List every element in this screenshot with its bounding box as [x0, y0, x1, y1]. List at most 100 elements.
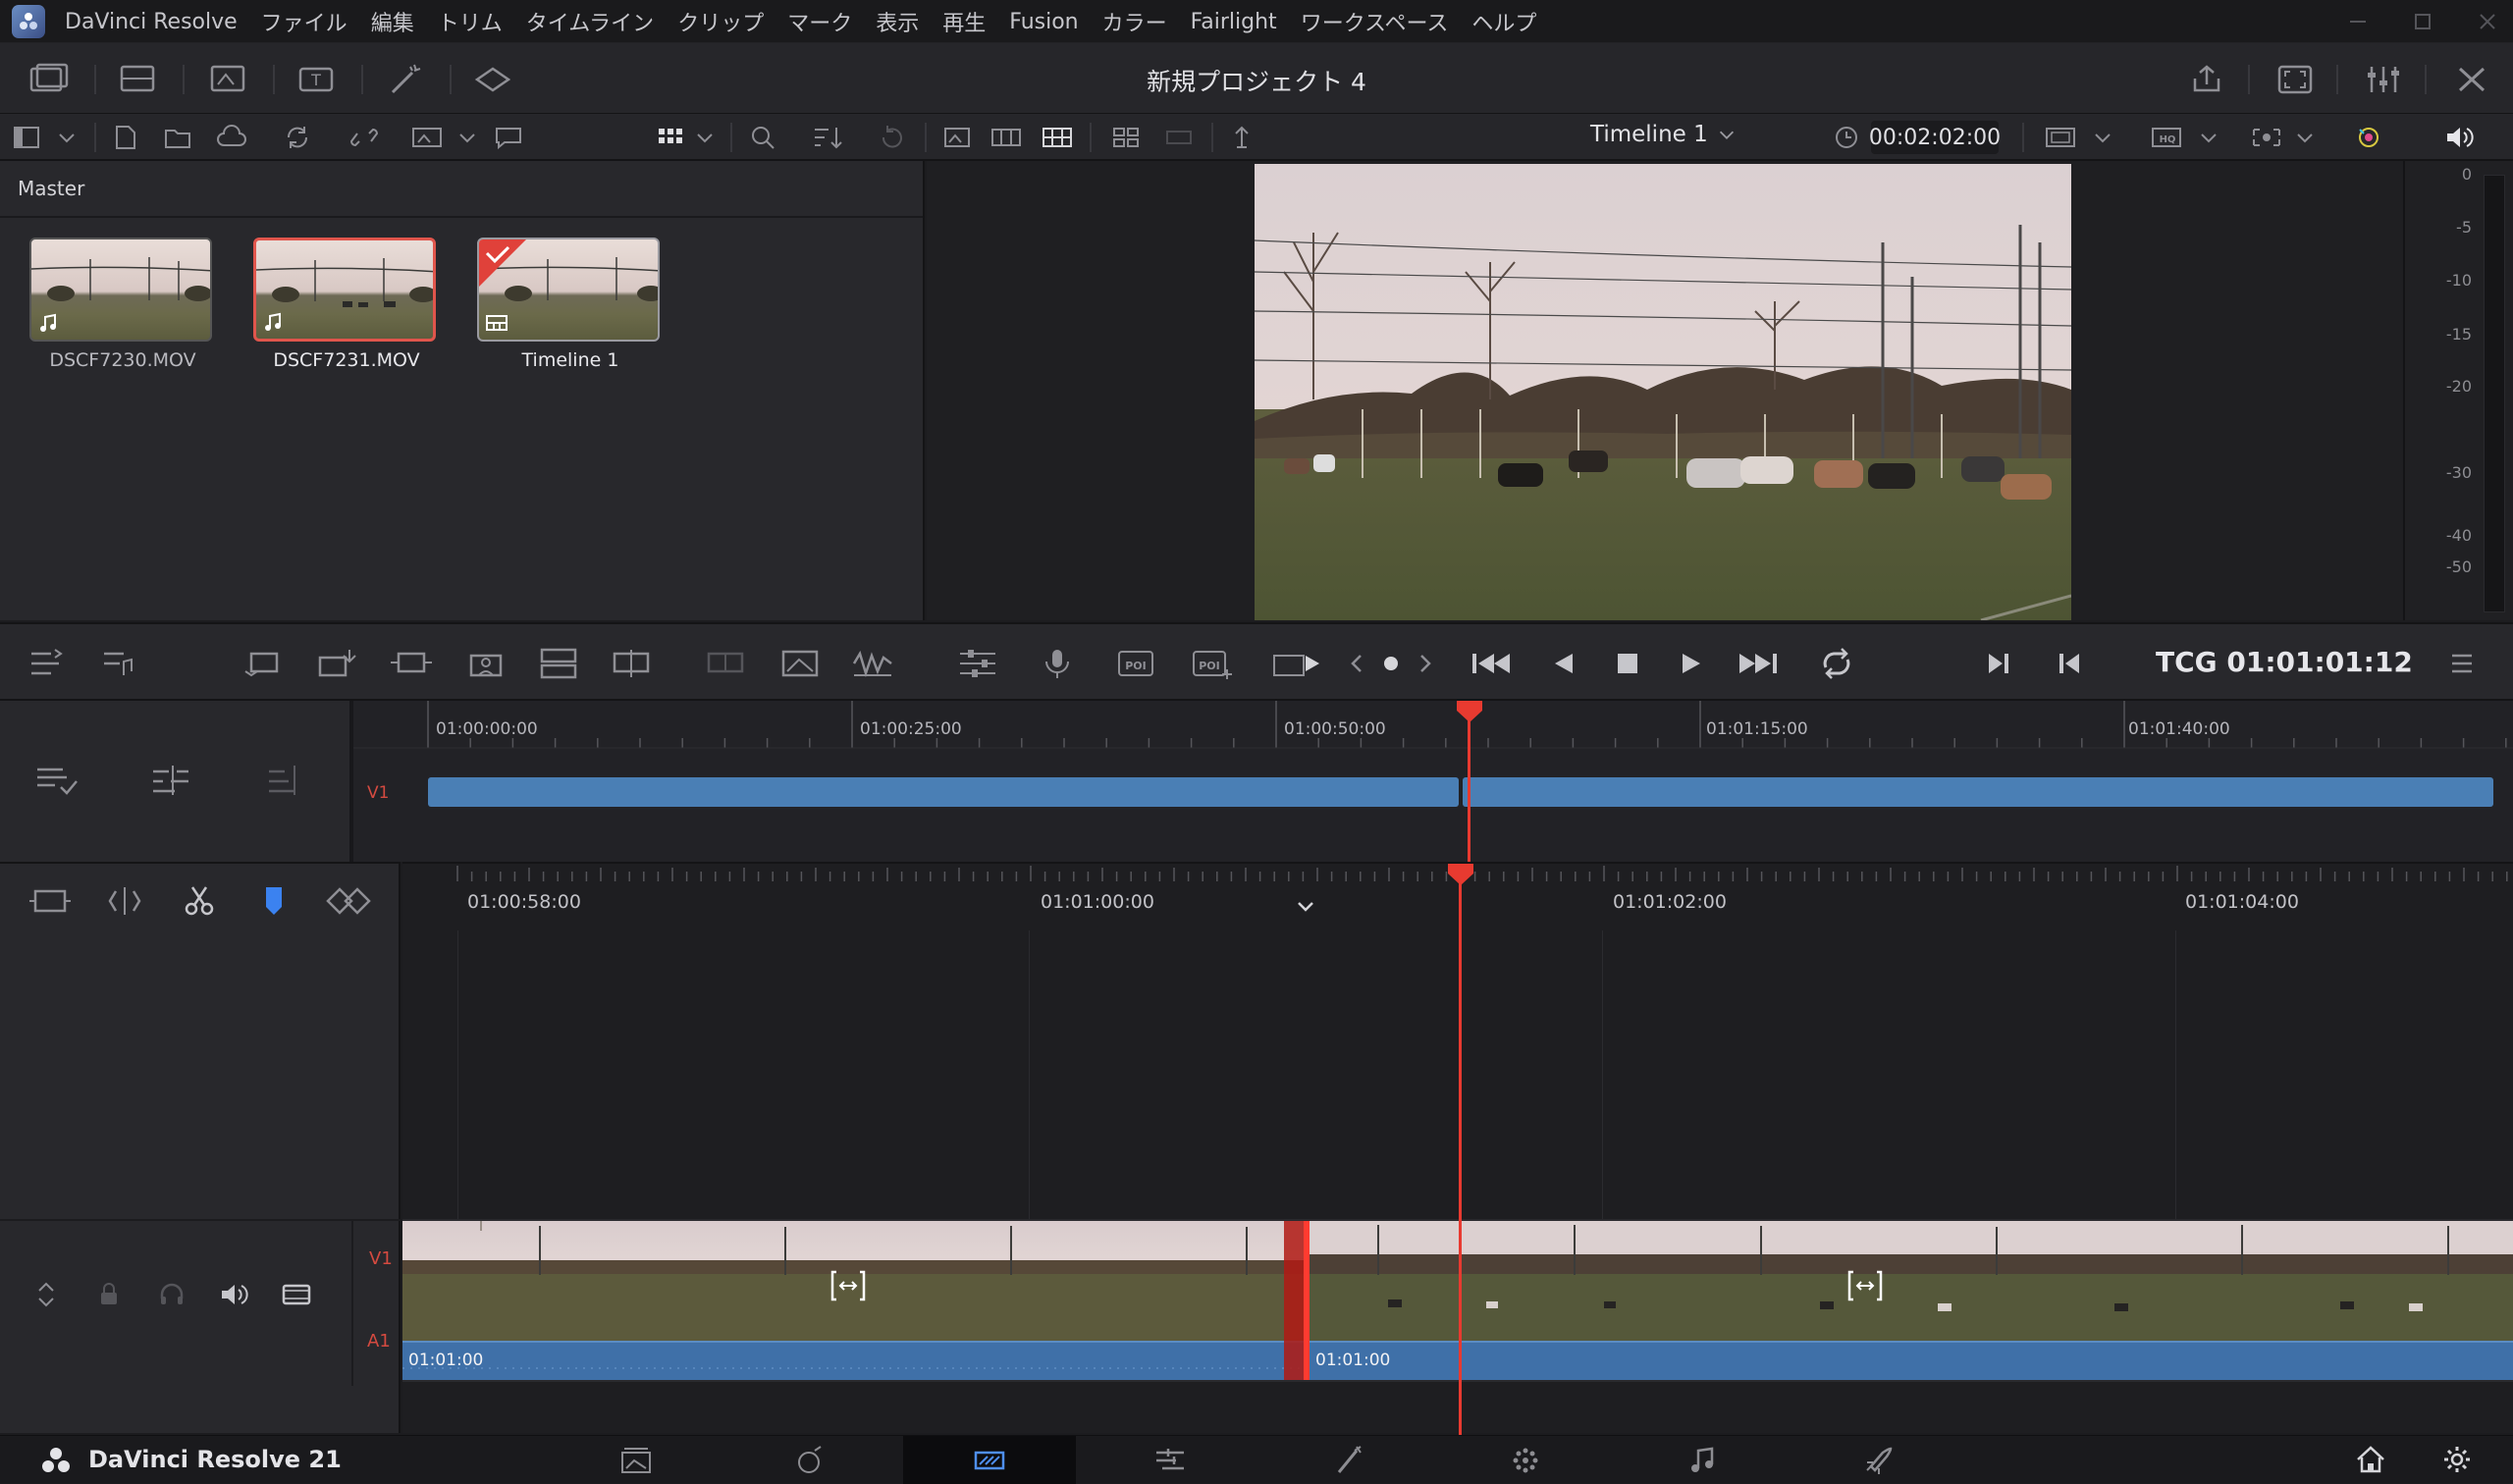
page-fusion-button[interactable] — [1084, 1436, 1256, 1484]
home-icon[interactable] — [2354, 1444, 2387, 1475]
menu-help[interactable]: ヘルプ — [1471, 6, 1536, 37]
import-folder-icon[interactable] — [163, 124, 192, 151]
menu-mark[interactable]: マーク — [787, 6, 852, 37]
menu-app-name[interactable]: DaVinci Resolve — [65, 10, 238, 34]
sort-icon[interactable] — [811, 124, 844, 151]
ripple-overwrite-icon[interactable] — [387, 646, 436, 681]
previous-edit-icon[interactable] — [1341, 648, 1370, 679]
go-to-start-icon[interactable] — [1467, 644, 1516, 683]
audio-track-select-icon[interactable] — [98, 646, 137, 681]
film-track-icon[interactable] — [281, 1280, 312, 1309]
fit-to-fill-icon[interactable] — [777, 646, 823, 681]
transition-handle-icon[interactable] — [829, 1268, 868, 1303]
full-extent-zoom-icon[interactable] — [27, 883, 73, 919]
track-height-icon[interactable] — [31, 1280, 61, 1309]
scissors-icon[interactable] — [177, 883, 222, 919]
timeline-clip[interactable] — [428, 777, 1459, 807]
place-on-top-icon[interactable] — [536, 646, 581, 681]
split-clip-icon[interactable] — [703, 646, 748, 681]
menu-view[interactable]: 表示 — [876, 6, 919, 37]
menu-playback[interactable]: 再生 — [942, 6, 986, 37]
layout-icon[interactable] — [1111, 124, 1141, 151]
menu-workspace[interactable]: ワークスペース — [1301, 6, 1449, 37]
settings-sliders-icon[interactable] — [956, 646, 999, 681]
fullscreen-icon[interactable] — [2275, 63, 2315, 96]
chevron-down-icon[interactable] — [2091, 126, 2114, 149]
smart-reframe-icon[interactable] — [2352, 124, 2385, 151]
chevron-down-icon[interactable] — [455, 126, 479, 149]
panel-toggle-icon[interactable] — [12, 124, 41, 151]
menu-color[interactable]: カラー — [1102, 6, 1167, 37]
timecode-display[interactable]: TCG 01:01:01:12 — [2156, 646, 2413, 678]
effects-icon[interactable] — [116, 63, 159, 96]
speaker-icon[interactable] — [218, 1280, 249, 1309]
play-reverse-icon[interactable] — [1541, 644, 1584, 683]
maximize-icon[interactable] — [2409, 8, 2436, 35]
page-cut-button[interactable] — [722, 1436, 895, 1484]
page-edit-button[interactable] — [903, 1436, 1076, 1484]
clip-thumbnail[interactable] — [477, 238, 660, 342]
clip-attributes-icon[interactable] — [149, 762, 196, 799]
upper-timeline-track[interactable]: 01:00:00:00 01:00:25:00 01:00:50:00 01:0… — [353, 701, 2513, 862]
detail-zoom-icon[interactable] — [102, 883, 147, 919]
magic-wand-icon[interactable] — [383, 63, 426, 96]
speaker-icon[interactable] — [2442, 124, 2476, 151]
media-clip-selected[interactable]: DSCF7231.MOV — [253, 238, 440, 371]
bin-name[interactable]: Master — [18, 177, 84, 200]
import-media-icon[interactable] — [110, 124, 139, 151]
close-up-icon[interactable] — [461, 646, 510, 681]
page-media-button[interactable] — [550, 1436, 722, 1484]
page-music-button[interactable] — [1616, 1436, 1789, 1484]
append-icon[interactable] — [314, 646, 363, 681]
unlink-icon[interactable] — [349, 124, 379, 151]
film-grid-icon[interactable] — [1041, 124, 1074, 151]
app-logo-icon[interactable] — [12, 5, 45, 38]
chevron-down-icon[interactable] — [1294, 897, 1317, 917]
loop-icon[interactable] — [1814, 644, 1859, 683]
titles-icon[interactable]: T — [294, 63, 338, 96]
page-color-button[interactable] — [1262, 1436, 1435, 1484]
video-clip-b[interactable]: 01:01:00 — [1310, 1221, 2513, 1380]
media-clip-timeline[interactable]: Timeline 1 — [477, 238, 664, 371]
subtitle-icon[interactable] — [493, 124, 524, 151]
smart-insert-icon[interactable] — [241, 646, 291, 681]
filmstrip-icon[interactable] — [989, 124, 1023, 151]
marker-tool-icon[interactable] — [1227, 124, 1256, 151]
minimize-icon[interactable] — [2344, 8, 2372, 35]
mark-out-icon[interactable] — [2050, 644, 2089, 683]
track-select-icon[interactable] — [26, 646, 65, 681]
safe-area-icon[interactable] — [2250, 124, 2283, 151]
playhead[interactable] — [1468, 701, 1470, 862]
video-clip-a[interactable]: 01:01:00 — [402, 1221, 1306, 1380]
page-fairlight-button[interactable] — [1439, 1436, 1612, 1484]
search-icon[interactable] — [748, 124, 777, 151]
viewer-frame[interactable] — [1255, 164, 2071, 620]
close-icon[interactable] — [2474, 8, 2501, 35]
clapper-play-icon[interactable] — [1270, 646, 1323, 681]
timeline-selector[interactable]: Timeline 1 — [1590, 122, 1738, 147]
transition-handle-icon[interactable] — [1845, 1268, 1885, 1303]
go-to-end-icon[interactable] — [1734, 644, 1783, 683]
waveform-icon[interactable] — [850, 646, 895, 681]
refresh-icon[interactable] — [878, 124, 907, 151]
sound-library-icon[interactable] — [471, 63, 514, 96]
share-icon[interactable] — [2187, 63, 2226, 96]
menu-clip[interactable]: クリップ — [677, 6, 764, 37]
grid-view-icon[interactable] — [656, 124, 685, 151]
tools-icon[interactable] — [2452, 63, 2491, 96]
cloud-icon[interactable] — [216, 124, 247, 151]
poi-add-icon[interactable]: POI — [1190, 646, 1235, 681]
snap-icon[interactable] — [324, 883, 373, 919]
playhead-marker-icon[interactable] — [1457, 701, 1482, 722]
mixer-icon[interactable] — [2364, 63, 2403, 96]
clip-thumbnail[interactable] — [29, 238, 212, 342]
menu-file[interactable]: ファイル — [261, 6, 348, 37]
media-pool-icon[interactable] — [27, 63, 71, 96]
playhead-marker-icon[interactable] — [1448, 864, 1473, 885]
next-edit-icon[interactable] — [1412, 648, 1441, 679]
chevron-down-icon[interactable] — [693, 126, 717, 149]
poi-icon[interactable]: POI — [1113, 646, 1158, 681]
mark-in-icon[interactable] — [1979, 644, 2018, 683]
menu-icon[interactable] — [2444, 646, 2480, 681]
sync-lock-icon[interactable] — [33, 762, 80, 799]
